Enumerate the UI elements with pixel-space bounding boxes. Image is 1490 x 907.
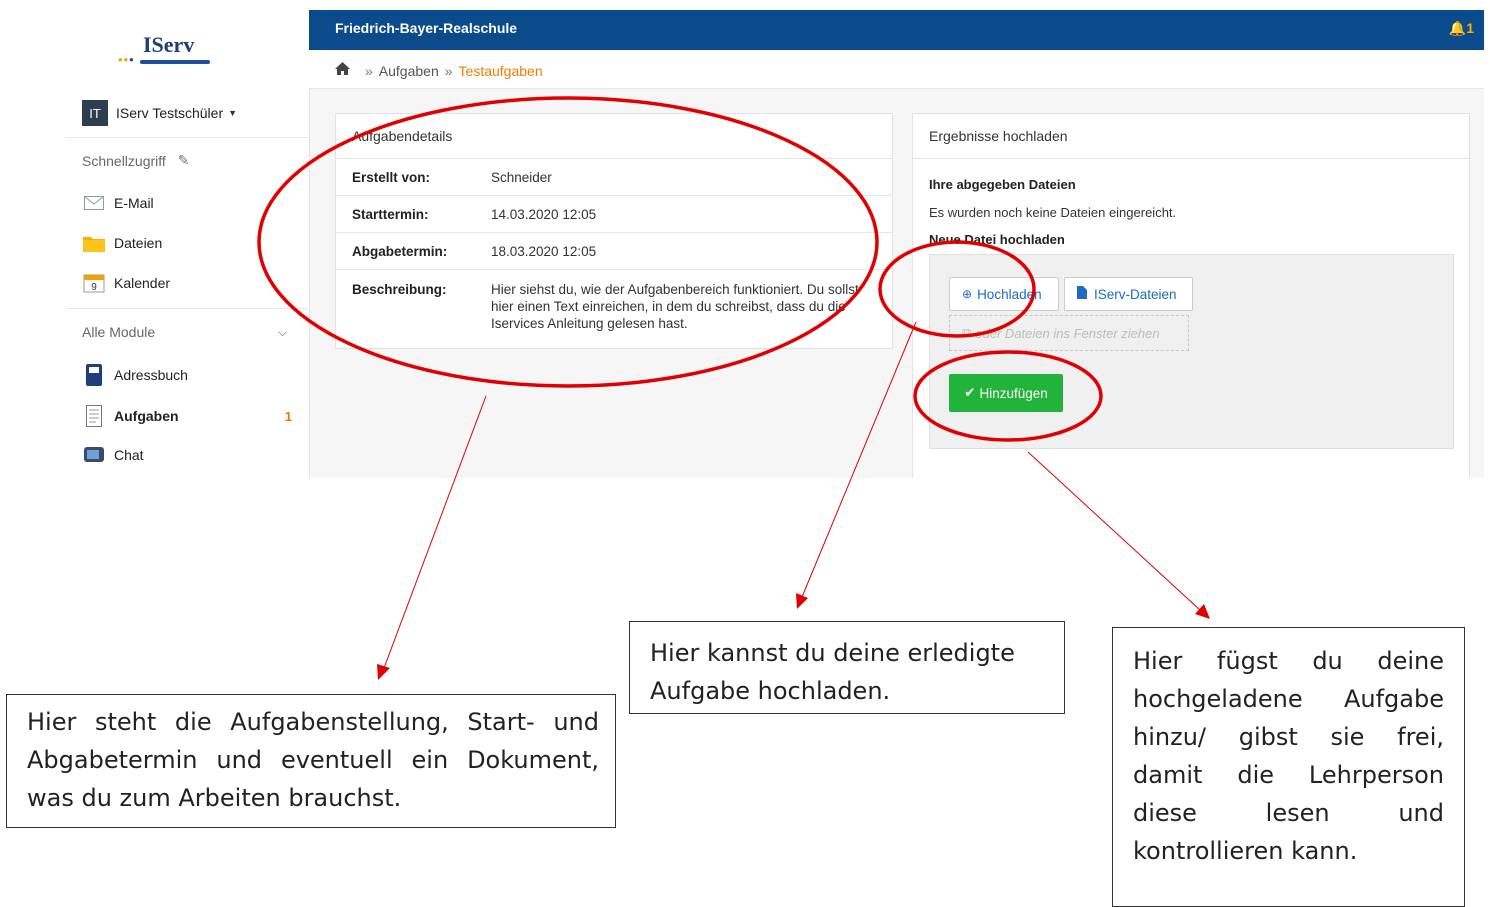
- upload-circle-icon: ⊕: [962, 287, 973, 301]
- detail-key: Abgabetermin:: [352, 244, 448, 259]
- envelope-icon: [82, 193, 106, 213]
- arrow-head: [796, 593, 808, 609]
- detail-value: 14.03.2020 12:05: [491, 207, 597, 222]
- addressbook-icon: [82, 364, 106, 386]
- copy-icon: ⧉: [962, 325, 972, 340]
- detail-row: Erstellt von: Schneider: [336, 159, 892, 196]
- calendar-icon: 9: [82, 273, 106, 293]
- sidebar-item-tasks[interactable]: Aufgaben 1: [82, 405, 292, 427]
- iserv-logo[interactable]: ••• IServ: [118, 32, 228, 67]
- sidebar-item-label: E-Mail: [114, 195, 154, 211]
- top-bar: Friedrich-Bayer-Realschule 🔔1: [309, 10, 1484, 50]
- logo-underline: [140, 60, 210, 64]
- sidebar-item-email[interactable]: E-Mail: [82, 192, 292, 214]
- sidebar-item-label: Aufgaben: [114, 408, 179, 424]
- tasks-icon: [82, 405, 106, 427]
- upload-button-label: Hochladen: [977, 286, 1042, 302]
- task-details-panel: Aufgabendetails Erstellt von: Schneider …: [335, 113, 893, 349]
- detail-key: Starttermin:: [352, 207, 429, 222]
- add-button-label: Hinzufügen: [979, 385, 1048, 401]
- caret-down-icon: ▼: [228, 108, 238, 118]
- annotation-note-add: Hier fügst du deine hochgeladene Aufgabe…: [1112, 627, 1465, 907]
- file-icon: [1077, 286, 1087, 302]
- sidebar: ••• IServ IT IServ Testschüler ▼ Schnell…: [66, 10, 309, 478]
- sidebar-item-label: Dateien: [114, 235, 163, 251]
- sidebar-item-calendar[interactable]: 9 Kalender: [82, 272, 292, 294]
- breadcrumb-current: Testaufgaben: [458, 63, 543, 79]
- sidebar-item-chat[interactable]: Chat: [82, 444, 292, 466]
- sidebar-item-label: Kalender: [114, 275, 171, 291]
- iserv-screenshot: ••• IServ IT IServ Testschüler ▼ Schnell…: [66, 10, 1484, 478]
- divider: [66, 308, 309, 309]
- breadcrumb-separator: »: [365, 63, 373, 79]
- upload-area: ⊕ Hochladen IServ-Dateien ⧉ oder Dateien…: [929, 254, 1454, 449]
- chat-icon: [82, 445, 106, 465]
- upload-results-panel: Ergebnisse hochladen Ihre abgegeben Date…: [912, 113, 1470, 478]
- logo-text: IServ: [143, 32, 195, 57]
- sidebar-item-addressbook[interactable]: Adressbuch: [82, 364, 292, 386]
- arrow-head: [377, 664, 390, 680]
- pencil-icon[interactable]: ✎: [178, 152, 190, 169]
- arrow-head: [1195, 604, 1210, 619]
- detail-row: Beschreibung: Hier siehst du, wie der Au…: [336, 270, 892, 346]
- iserv-files-label: IServ-Dateien: [1094, 286, 1177, 302]
- sidebar-item-label: Chat: [114, 447, 144, 463]
- detail-key: Erstellt von:: [352, 170, 431, 185]
- detail-row: Starttermin: 14.03.2020 12:05: [336, 196, 892, 233]
- quick-access-header: Schnellzugriff ✎: [82, 152, 190, 169]
- drop-target[interactable]: ⧉ oder Dateien ins Fenster ziehen: [949, 315, 1189, 351]
- bell-icon: 🔔: [1448, 20, 1467, 36]
- home-icon[interactable]: [335, 62, 350, 78]
- user-name: IServ Testschüler: [116, 105, 224, 121]
- all-modules-label: Alle Module: [82, 324, 156, 340]
- sidebar-item-label: Adressbuch: [114, 367, 188, 383]
- divider: [66, 137, 309, 138]
- svg-text:9: 9: [91, 282, 97, 293]
- new-file-label: Neue Datei hochladen: [929, 232, 1065, 247]
- detail-key: Beschreibung:: [352, 282, 447, 297]
- panel-title: Ergebnisse hochladen: [913, 114, 1469, 159]
- detail-value: 18.03.2020 12:05: [491, 244, 597, 259]
- sidebar-item-files[interactable]: Dateien: [82, 232, 292, 254]
- submitted-files-text: Es wurden noch keine Dateien eingereicht…: [929, 205, 1177, 220]
- upload-button[interactable]: ⊕ Hochladen: [949, 277, 1059, 311]
- all-modules-header[interactable]: Alle Module ⌵: [82, 324, 292, 340]
- annotation-note-details: Hier steht die Aufgabenstellung, Start- …: [6, 694, 616, 828]
- submitted-files-label: Ihre abgegeben Dateien: [929, 177, 1076, 192]
- panel-title: Aufgabendetails: [336, 114, 892, 159]
- detail-row: Abgabetermin: 18.03.2020 12:05: [336, 233, 892, 270]
- chevron-down-icon: ⌵: [278, 324, 288, 339]
- detail-value: Schneider: [491, 170, 552, 185]
- logo-dots: •••: [118, 52, 135, 67]
- user-avatar: IT: [82, 100, 108, 126]
- main-content: Aufgabendetails Erstellt von: Schneider …: [309, 89, 1484, 478]
- iserv-files-button[interactable]: IServ-Dateien: [1064, 277, 1193, 311]
- breadcrumb-separator: »: [444, 63, 453, 79]
- drop-text: oder Dateien ins Fenster ziehen: [975, 325, 1160, 341]
- school-name: Friedrich-Bayer-Realschule: [335, 20, 518, 36]
- breadcrumb-tasks[interactable]: Aufgaben: [379, 63, 439, 79]
- breadcrumb: » Aufgaben » Testaufgaben: [309, 50, 1484, 89]
- annotation-note-upload: Hier kannst du deine erledigte Aufgabe h…: [629, 621, 1065, 714]
- tasks-count-badge: 1: [284, 408, 292, 424]
- check-icon: ✔: [964, 385, 976, 400]
- add-button[interactable]: ✔ Hinzufügen: [949, 374, 1063, 412]
- notification-count: 1: [1466, 20, 1474, 36]
- detail-value: Hier siehst du, wie der Aufgabenbereich …: [491, 282, 859, 331]
- quick-access-label: Schnellzugriff: [82, 152, 166, 169]
- user-menu[interactable]: IT IServ Testschüler ▼: [82, 98, 302, 128]
- folder-icon: [82, 233, 106, 253]
- notifications[interactable]: 🔔1: [1449, 20, 1474, 37]
